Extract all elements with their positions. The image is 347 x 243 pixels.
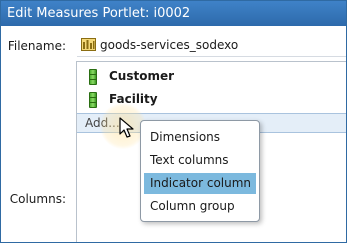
filename-label: Filename: [7,39,66,53]
dimension-column-icon [89,69,97,85]
dialog-title: Edit Measures Portlet: i0002 [1,1,346,26]
menu-item-text-columns[interactable]: Text columns [144,150,256,171]
add-column-menu: Dimensions Text columns Indicator column… [140,120,260,222]
filename-field[interactable]: goods-services_sodexo [77,35,346,57]
menu-item-column-group[interactable]: Column group [144,196,256,217]
column-name: Customer [109,69,175,83]
menu-item-dimensions[interactable]: Dimensions [144,127,256,148]
columns-label: Columns: [9,192,66,206]
mouse-pointer-icon [119,117,134,138]
dimension-column-icon [89,92,97,108]
edit-measures-dialog: Edit Measures Portlet: i0002 Filename: g… [0,0,347,243]
database-table-icon [81,38,96,51]
filename-value: goods-services_sodexo [100,38,239,52]
menu-item-indicator-column[interactable]: Indicator column [144,173,256,194]
